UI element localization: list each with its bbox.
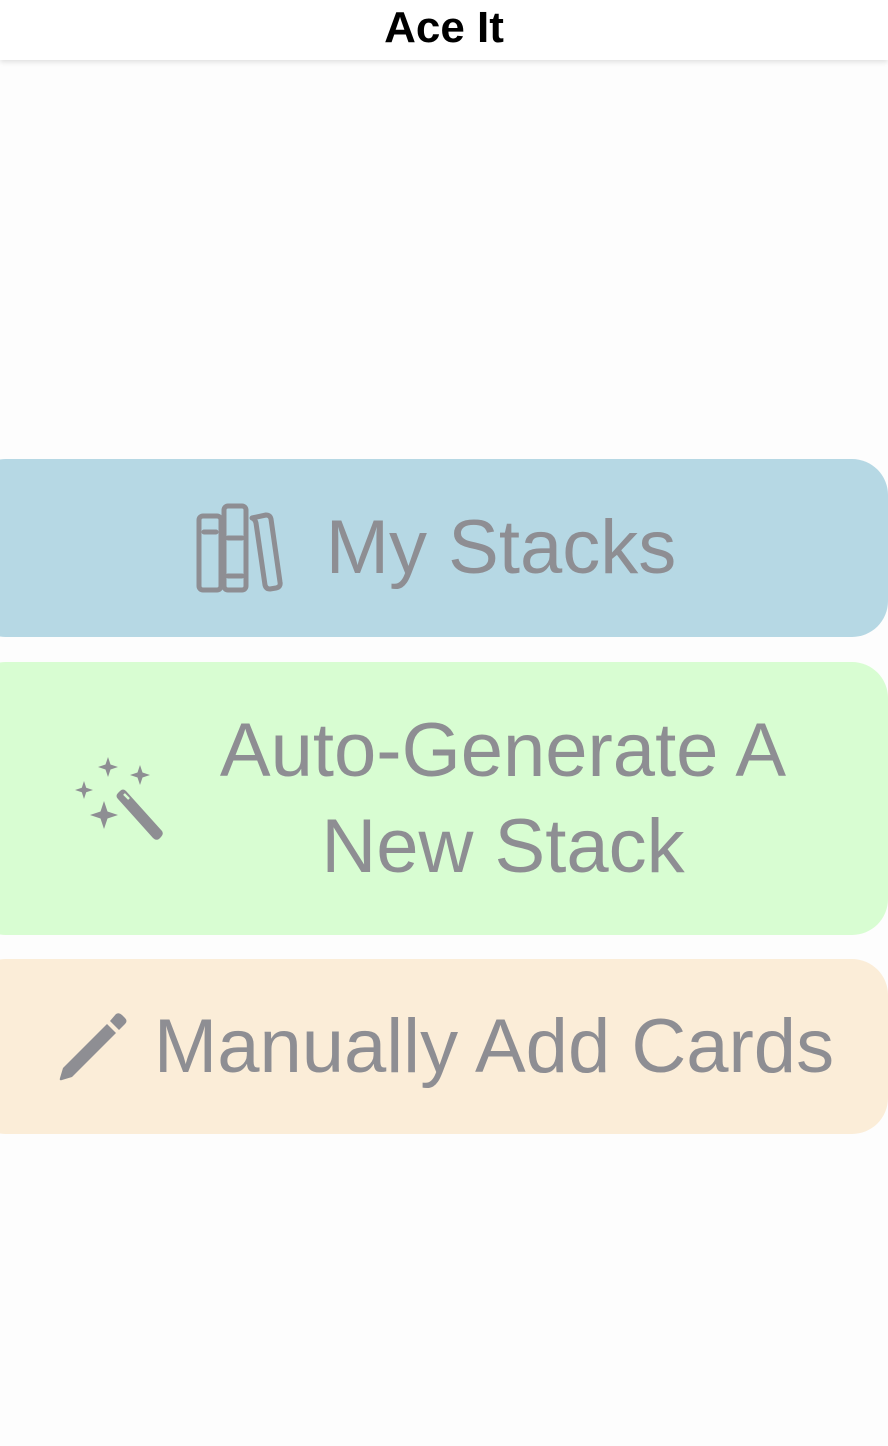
navigation-bar: Ace It bbox=[0, 0, 888, 60]
auto-generate-label: Auto-Generate A New Stack bbox=[219, 707, 787, 889]
my-stacks-button[interactable]: My Stacks bbox=[0, 459, 888, 637]
manually-add-content: Manually Add Cards bbox=[58, 999, 834, 1095]
books-icon bbox=[196, 502, 296, 594]
page-title: Ace It bbox=[384, 3, 504, 52]
auto-generate-content: Auto-Generate A New Stack bbox=[72, 703, 808, 895]
my-stacks-content: My Stacks bbox=[196, 500, 677, 596]
magic-wand-icon bbox=[72, 756, 164, 841]
auto-generate-stack-button[interactable]: Auto-Generate A New Stack bbox=[0, 662, 888, 935]
pencil-icon bbox=[58, 1012, 128, 1082]
manually-add-cards-label: Manually Add Cards bbox=[153, 1003, 835, 1089]
my-stacks-label: My Stacks bbox=[325, 505, 677, 590]
manually-add-cards-button[interactable]: Manually Add Cards bbox=[0, 959, 888, 1134]
